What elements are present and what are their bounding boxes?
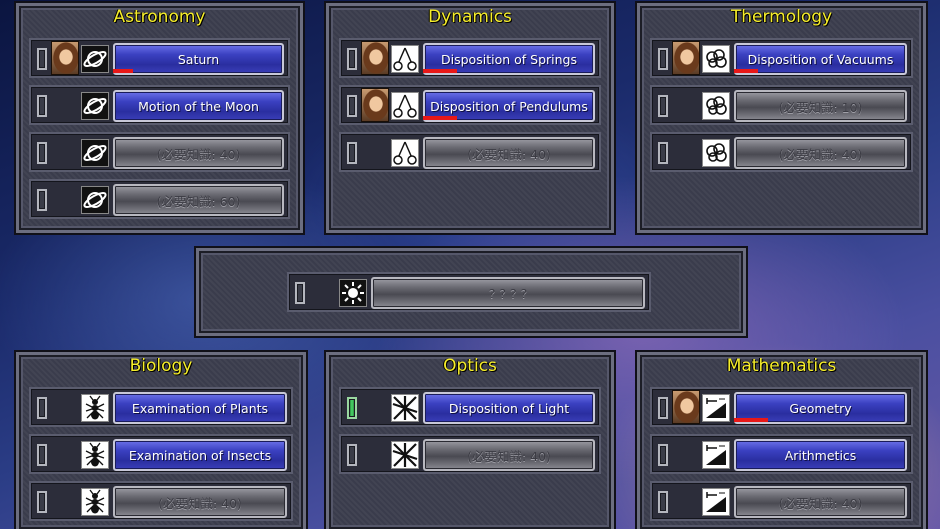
- scientist-portrait[interactable]: [51, 41, 79, 75]
- light-icon: [391, 441, 419, 469]
- tech-row: (必要知識: 40): [650, 132, 913, 172]
- tech-row: (必要知識: 40): [339, 132, 601, 172]
- panel-title: Optics: [443, 356, 497, 376]
- triangle-icon: [702, 441, 730, 469]
- slot-indicator[interactable]: [658, 95, 668, 117]
- tech-row: (必要知識: 40): [29, 481, 293, 521]
- panel-unknown: ? ? ? ?: [196, 248, 746, 336]
- research-progress-bar: [113, 69, 133, 73]
- tech-button[interactable]: (必要知識: 40): [734, 486, 907, 518]
- panel-title: Astronomy: [113, 7, 206, 27]
- insect-icon: [81, 488, 109, 516]
- slot-indicator[interactable]: [37, 397, 47, 419]
- tech-button[interactable]: Disposition of Vacuums: [734, 43, 907, 75]
- tech-row: (必要知識: 40): [650, 481, 913, 521]
- slot-indicator[interactable]: [658, 142, 668, 164]
- slot-indicator[interactable]: [37, 142, 47, 164]
- research-progress-bar: [734, 418, 768, 422]
- scientist-portrait[interactable]: [361, 41, 389, 75]
- tech-row: Examination of Plants: [29, 387, 293, 427]
- tech-row: Disposition of Vacuums: [650, 38, 913, 78]
- slot-indicator[interactable]: [295, 282, 305, 304]
- research-progress-bar: [423, 69, 457, 73]
- tech-button[interactable]: ? ? ? ?: [371, 277, 645, 309]
- scientist-portrait[interactable]: [361, 88, 389, 122]
- pendulum-icon: [391, 45, 419, 73]
- tech-row: Geometry: [650, 387, 913, 427]
- tech-button[interactable]: Saturn: [113, 43, 284, 75]
- panel-optics: Optics Disposition of Light (必要知識: 40): [326, 352, 614, 529]
- slot-indicator[interactable]: [37, 48, 47, 70]
- tech-button[interactable]: Arithmetics: [734, 439, 907, 471]
- slot-indicator[interactable]: [658, 48, 668, 70]
- tech-row: ? ? ? ?: [287, 272, 651, 312]
- panel-title: Dynamics: [428, 7, 512, 27]
- slot-indicator[interactable]: [658, 444, 668, 466]
- scientist-portrait[interactable]: [672, 390, 700, 424]
- slot-indicator[interactable]: [37, 95, 47, 117]
- tech-row: Disposition of Springs: [339, 38, 601, 78]
- tech-row: (必要知識: 40): [339, 434, 601, 474]
- scientist-portrait[interactable]: [672, 41, 700, 75]
- tech-button[interactable]: Examination of Plants: [113, 392, 287, 424]
- slot-indicator[interactable]: [347, 444, 357, 466]
- tech-button[interactable]: Disposition of Light: [423, 392, 595, 424]
- panel-dynamics: Dynamics Disposition of Springs Disposit…: [326, 3, 614, 233]
- tech-row: Disposition of Light: [339, 387, 601, 427]
- slot-indicator[interactable]: [347, 48, 357, 70]
- insect-icon: [81, 441, 109, 469]
- research-progress-bar: [734, 69, 758, 73]
- research-progress-bar: [423, 116, 457, 120]
- light-icon: [391, 394, 419, 422]
- tech-button[interactable]: Motion of the Moon: [113, 90, 284, 122]
- slot-indicator[interactable]: [347, 142, 357, 164]
- tech-row: Disposition of Pendulums: [339, 85, 601, 125]
- tech-button[interactable]: (必要知識: 10): [734, 90, 907, 122]
- panel-mathematics: Mathematics Geometry Arithmetics (必要知識: …: [637, 352, 926, 529]
- tech-row: Arithmetics: [650, 434, 913, 474]
- tech-row: (必要知識: 60): [29, 179, 290, 219]
- panel-biology: Biology Examination of Plants Examinatio…: [16, 352, 306, 529]
- tech-button[interactable]: (必要知識: 60): [113, 184, 284, 216]
- tech-row: Examination of Insects: [29, 434, 293, 474]
- panel-title: Mathematics: [726, 356, 837, 376]
- cloud-icon: [702, 45, 730, 73]
- slot-indicator[interactable]: [658, 491, 668, 513]
- panel-title: Thermology: [730, 7, 833, 27]
- cloud-icon: [702, 92, 730, 120]
- planet-icon: [81, 45, 109, 73]
- sun-icon: [339, 279, 367, 307]
- slot-indicator[interactable]: [347, 95, 357, 117]
- tech-button[interactable]: (必要知識: 40): [734, 137, 907, 169]
- planet-icon: [81, 186, 109, 214]
- slot-indicator[interactable]: [347, 397, 357, 419]
- insect-icon: [81, 394, 109, 422]
- panel-title: Biology: [129, 356, 193, 376]
- tech-button[interactable]: (必要知識: 40): [423, 439, 595, 471]
- planet-icon: [81, 139, 109, 167]
- triangle-icon: [702, 394, 730, 422]
- slot-indicator[interactable]: [37, 491, 47, 513]
- tech-button[interactable]: Examination of Insects: [113, 439, 287, 471]
- planet-icon: [81, 92, 109, 120]
- pendulum-icon: [391, 139, 419, 167]
- slot-indicator[interactable]: [658, 397, 668, 419]
- panel-thermology: Thermology Disposition of Vacuums (必要知識:…: [637, 3, 926, 233]
- tech-row: Motion of the Moon: [29, 85, 290, 125]
- triangle-icon: [702, 488, 730, 516]
- cloud-icon: [702, 139, 730, 167]
- panel-astronomy: Astronomy Saturn Motion of the Moon (必要知…: [16, 3, 303, 233]
- pendulum-icon: [391, 92, 419, 120]
- tech-button[interactable]: (必要知識: 40): [113, 137, 284, 169]
- tech-row: (必要知識: 10): [650, 85, 913, 125]
- tech-button[interactable]: (必要知識: 40): [113, 486, 287, 518]
- slot-indicator[interactable]: [37, 189, 47, 211]
- tech-row: (必要知識: 40): [29, 132, 290, 172]
- tech-row: Saturn: [29, 38, 290, 78]
- slot-indicator[interactable]: [37, 444, 47, 466]
- tech-button[interactable]: (必要知識: 40): [423, 137, 595, 169]
